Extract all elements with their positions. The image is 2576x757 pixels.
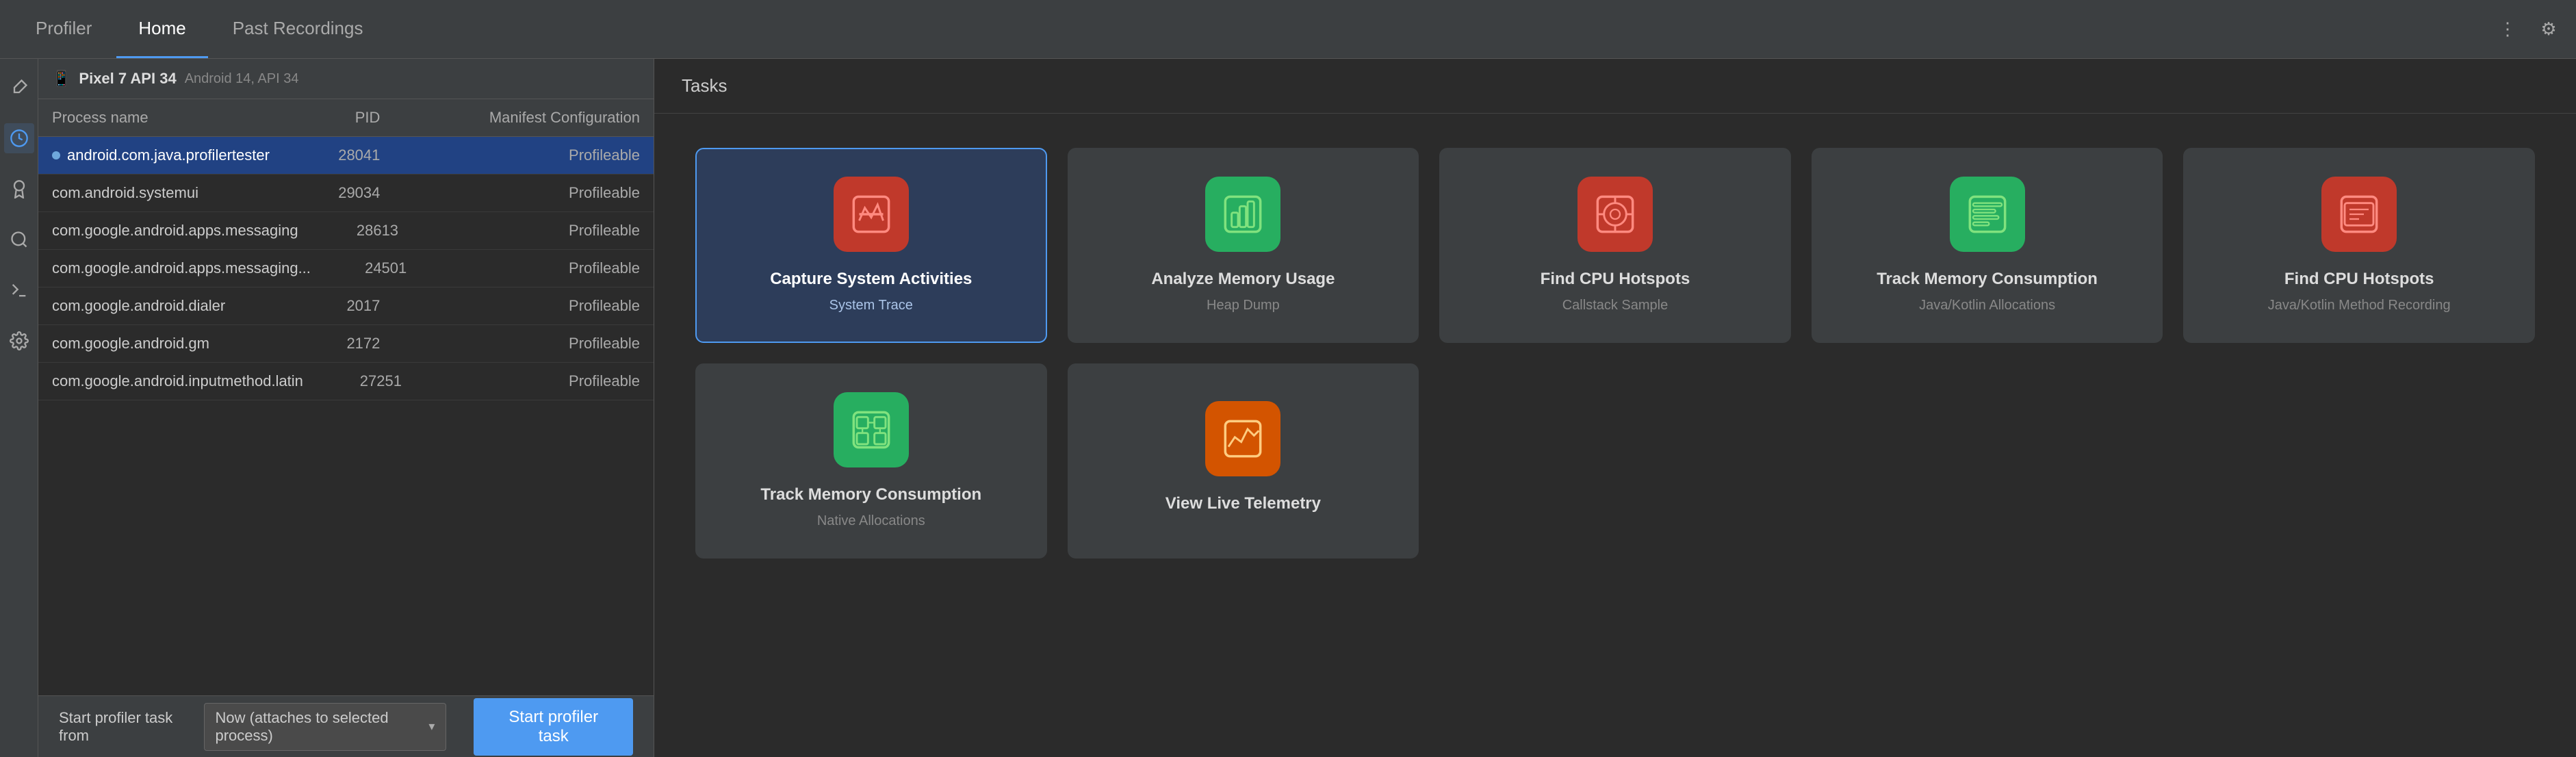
process-name: com.google.android.dialer — [52, 297, 225, 315]
col-header-process: Process name — [52, 109, 271, 127]
process-name: com.google.android.gm — [52, 335, 209, 352]
award-icon — [10, 179, 29, 198]
process-pid: 28041 — [271, 146, 422, 164]
device-name: Pixel 7 API 34 — [79, 70, 176, 88]
table-header: Process name PID Manifest Configuration — [38, 99, 654, 137]
process-dot — [52, 151, 60, 159]
task-icon-system-trace — [834, 177, 909, 252]
task-icon-heap-dump — [1205, 177, 1280, 252]
process-manifest: Profileable — [421, 297, 640, 315]
tab-home[interactable]: Home — [116, 0, 207, 58]
bottom-bar: Start profiler task from Now (attaches t… — [38, 695, 654, 757]
task-card-live-telemetry[interactable]: View Live Telemetry — [1068, 363, 1419, 559]
task-source-dropdown[interactable]: Now (attaches to selected process) ▾ — [204, 703, 447, 751]
tab-bar-actions: ⋮ ⚙ — [2494, 16, 2562, 43]
table-row[interactable]: com.google.android.dialer 2017 Profileab… — [38, 287, 654, 325]
task-subtitle: Native Allocations — [817, 512, 925, 530]
task-title: Find CPU Hotspots — [1541, 268, 1690, 290]
main-content: 📱 Pixel 7 API 34 Android 14, API 34 Proc… — [0, 59, 2576, 757]
task-icon-callstack — [1577, 177, 1653, 252]
process-pid: 27251 — [303, 372, 443, 390]
task-subtitle: Heap Dump — [1207, 296, 1280, 314]
process-manifest: Profileable — [421, 146, 640, 164]
device-header: 📱 Pixel 7 API 34 Android 14, API 34 — [38, 59, 654, 99]
col-header-manifest: Manifest Configuration — [421, 109, 640, 127]
hammer-icon — [10, 78, 29, 97]
tab-past-recordings[interactable]: Past Recordings — [211, 0, 385, 58]
process-pid: 2172 — [271, 335, 422, 352]
process-pid: 29034 — [271, 184, 422, 202]
process-manifest: Profileable — [421, 335, 640, 352]
start-task-label: Start profiler task from — [59, 709, 190, 745]
device-icon: 📱 — [52, 70, 70, 88]
task-title: Track Memory Consumption — [760, 484, 981, 505]
task-icon-method-recording — [2321, 177, 2397, 252]
table-row[interactable]: com.google.android.inputmethod.latin 272… — [38, 363, 654, 400]
right-panel: Tasks Capture System Activities System T… — [654, 59, 2576, 757]
settings-icon[interactable]: ⚙ — [2535, 16, 2562, 43]
task-title: View Live Telemetry — [1165, 493, 1321, 514]
task-subtitle: Callstack Sample — [1562, 296, 1669, 314]
settings-cog-icon — [10, 331, 29, 350]
task-title: Analyze Memory Usage — [1151, 268, 1335, 290]
task-icon-native-alloc — [834, 392, 909, 467]
terminal-icon — [10, 281, 29, 300]
sidebar-icon-award[interactable] — [4, 174, 34, 204]
task-subtitle: Java/Kotlin Allocations — [1919, 296, 2055, 314]
sidebar — [0, 59, 38, 757]
task-title: Capture System Activities — [770, 268, 972, 290]
tasks-section-header: Tasks — [654, 59, 2576, 114]
tab-bar: Profiler Home Past Recordings ⋮ ⚙ — [0, 0, 2576, 59]
task-title: Find CPU Hotspots — [2284, 268, 2434, 290]
task-icon-live-telemetry — [1205, 401, 1280, 476]
task-card-capture-system[interactable]: Capture System Activities System Trace — [695, 148, 1047, 343]
table-row[interactable]: android.com.java.profilertester 28041 Pr… — [38, 137, 654, 175]
sidebar-icon-build[interactable] — [4, 73, 34, 103]
start-profiler-button[interactable]: Start profiler task — [474, 698, 633, 756]
tasks-grid: Capture System Activities System Trace A… — [654, 114, 2576, 757]
process-pid: 2017 — [271, 297, 422, 315]
process-name: com.google.android.apps.messaging — [52, 222, 298, 240]
process-pid: 28613 — [298, 222, 439, 240]
process-table: Process name PID Manifest Configuration … — [38, 99, 654, 695]
process-name: com.android.systemui — [52, 184, 198, 202]
more-options-icon[interactable]: ⋮ — [2494, 16, 2521, 43]
task-subtitle: System Trace — [829, 296, 913, 314]
task-title: Track Memory Consumption — [1877, 268, 2098, 290]
device-api: Android 14, API 34 — [185, 71, 299, 87]
table-row[interactable]: com.android.systemui 29034 Profileable — [38, 175, 654, 212]
chevron-down-icon: ▾ — [428, 719, 435, 734]
left-panel: 📱 Pixel 7 API 34 Android 14, API 34 Proc… — [38, 59, 654, 757]
process-manifest: Profileable — [443, 372, 640, 390]
process-manifest: Profileable — [448, 259, 640, 277]
table-row[interactable]: com.google.android.apps.messaging 28613 … — [38, 212, 654, 250]
profiler-icon — [10, 129, 29, 148]
task-card-java-allocations[interactable]: Track Memory Consumption Java/Kotlin All… — [1812, 148, 2163, 343]
sidebar-icon-inspect[interactable] — [4, 224, 34, 255]
task-card-method-recording[interactable]: Find CPU Hotspots Java/Kotlin Method Rec… — [2183, 148, 2535, 343]
task-card-heap-dump[interactable]: Analyze Memory Usage Heap Dump — [1068, 148, 1419, 343]
process-manifest: Profileable — [421, 184, 640, 202]
task-icon-java-allocations — [1950, 177, 2025, 252]
task-card-callstack[interactable]: Find CPU Hotspots Callstack Sample — [1439, 148, 1791, 343]
dropdown-value: Now (attaches to selected process) — [216, 709, 422, 745]
process-pid: 24501 — [311, 259, 448, 277]
col-header-pid: PID — [271, 109, 422, 127]
table-row[interactable]: com.google.android.gm 2172 Profileable — [38, 325, 654, 363]
process-manifest: Profileable — [439, 222, 640, 240]
process-name: com.google.android.inputmethod.latin — [52, 372, 303, 390]
sidebar-icon-profiler[interactable] — [4, 123, 34, 153]
process-name: android.com.java.profilertester — [67, 146, 270, 164]
inspect-icon — [10, 230, 29, 249]
process-name: com.google.android.apps.messaging... — [52, 259, 311, 277]
table-row[interactable]: com.google.android.apps.messaging... 245… — [38, 250, 654, 287]
tab-profiler[interactable]: Profiler — [14, 0, 114, 58]
task-subtitle: Java/Kotlin Method Recording — [2268, 296, 2451, 314]
sidebar-icon-terminal[interactable] — [4, 275, 34, 305]
task-card-native-alloc[interactable]: Track Memory Consumption Native Allocati… — [695, 363, 1047, 559]
sidebar-icon-settings[interactable] — [4, 326, 34, 356]
